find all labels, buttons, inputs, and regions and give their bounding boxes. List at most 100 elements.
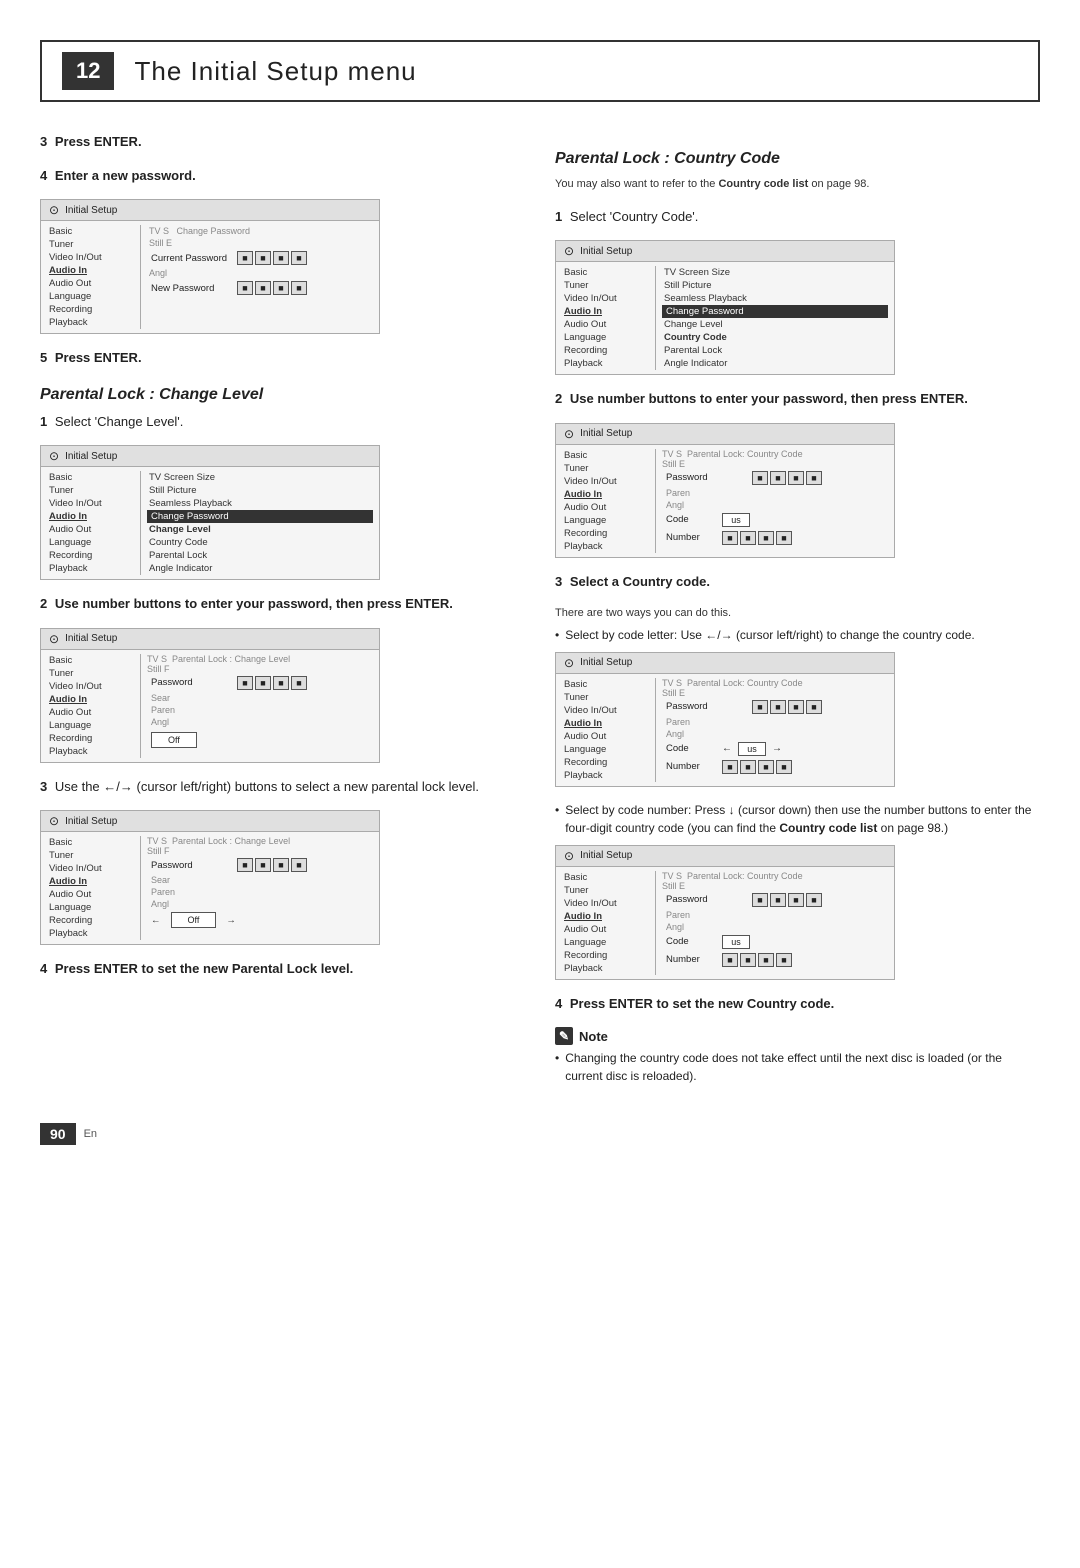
menu-country-code-select: ⊙ Initial Setup Basic Tuner Video In/Out… [555,240,895,375]
menu-1-right: TV S Change Password Still E Current Pas… [141,225,379,329]
step-1b-num: 1 [555,209,562,224]
m2-r-change-level: Change Level [147,523,373,536]
menu-2-title: Initial Setup [65,451,117,462]
m8-code-row: Code us [662,933,888,951]
m7-still: Still E [662,688,888,698]
m8-pw-label: Password [666,894,746,905]
step-3-label: Press ENTER. [55,134,142,149]
m6-number-boxes: ■ ■ ■ ■ [722,531,792,545]
left-column: 3 Press ENTER. 4 Enter a new password. ⊙… [40,132,525,1093]
m6-pw-b2: ■ [770,471,786,485]
menu-1-body: Basic Tuner Video In/Out Audio In Audio … [41,221,379,333]
step-3b-num: 3 [555,574,562,589]
menu-6-body: Basic Tuner Video In/Out Audio In Audio … [556,445,894,557]
menu-cc-arrows: ⊙ Initial Setup Basic Tuner Video In/Out… [555,652,895,787]
m5-r-change-password: Change Password [662,305,888,318]
menu-2-left: Basic Tuner Video In/Out Audio In Audio … [41,471,141,575]
m8-language: Language [562,936,649,949]
pw-box-1: ■ [237,251,253,265]
cd-icon-5: ⊙ [564,244,574,258]
footer-page-number: 90 [40,1123,76,1145]
m3-video: Video In/Out [47,680,134,693]
m3-paren: Paren [147,704,373,716]
bullet-1: • Select by code letter: Use ←/→ (cursor… [555,626,1040,644]
m7-number-boxes: ■ ■ ■ ■ [722,760,792,774]
m7-audioin: Audio In [562,717,649,730]
m5-r-seamless: Seamless Playback [662,292,888,305]
note-icon: ✎ [555,1027,573,1045]
step-2b: 2 Use number buttons to enter your passw… [555,389,1040,409]
m7-pw-b1: ■ [752,700,768,714]
country-code-intro: You may also want to refer to the Countr… [555,176,1040,193]
menu-1-left: Basic Tuner Video In/Out Audio In Audio … [41,225,141,329]
m3-recording: Recording [47,732,134,745]
m7-num-b2: ■ [740,760,756,774]
m2-r-seamless: Seamless Playback [147,497,373,510]
step-5-label: Press ENTER. [55,350,142,365]
menu-8-right: TV S Parental Lock: Country Code Still E… [656,871,894,975]
m8-angl: Angl [662,921,888,933]
m3-pw-b4: ■ [291,676,307,690]
m7-code-val: us [738,742,766,756]
pw-box-3: ■ [273,251,289,265]
m8-num-b2: ■ [740,953,756,967]
menu-item-audioout: Audio Out [47,277,134,290]
m2-basic: Basic [47,471,134,484]
step-4a: 4 Press ENTER to set the new Parental Lo… [40,959,525,979]
menu-3-title: Initial Setup [65,633,117,644]
m4-pw-b4: ■ [291,858,307,872]
m8-number-row: Number ■ ■ ■ ■ [662,951,888,969]
pw-new-box-3: ■ [273,281,289,295]
menu-4-left: Basic Tuner Video In/Out Audio In Audio … [41,836,141,940]
m7-pw-b3: ■ [788,700,804,714]
right-arrow-icon: → [226,915,236,926]
m6-tuner: Tuner [562,462,649,475]
m5-r-angle: Angle Indicator [662,357,888,370]
step-2a-label: Use number buttons to enter your passwor… [55,596,453,611]
menu-cl-password: ⊙ Initial Setup Basic Tuner Video In/Out… [40,628,380,763]
m3-pw-row: Password ■ ■ ■ ■ [147,674,373,692]
m5-audioin: Audio In [562,305,649,318]
m2-r-parental: Parental Lock [147,549,373,562]
m7-pw-row: Password ■ ■ ■ ■ [662,698,888,716]
m7-pw-boxes: ■ ■ ■ ■ [752,700,822,714]
m6-audioout: Audio Out [562,501,649,514]
menu-cl-arrows: ⊙ Initial Setup Basic Tuner Video In/Out… [40,810,380,945]
menu-4-body: Basic Tuner Video In/Out Audio In Audio … [41,832,379,944]
m2-audioin: Audio In [47,510,134,523]
menu-4-right: TV S Parental Lock : Change Level Still … [141,836,379,940]
bullet-2-text: Select by code number: Press ↓ (cursor d… [565,801,1040,837]
m3-off-box: Off [151,732,197,748]
bullet-1-text: Select by code letter: Use ←/→ (cursor l… [565,626,975,644]
menu-item-recording: Recording [47,303,134,316]
step-3a: 3 Use the ←/→ (cursor left/right) button… [40,777,525,797]
m8-video: Video In/Out [562,897,649,910]
m7-recording: Recording [562,756,649,769]
m6-pw-b1: ■ [752,471,768,485]
pw-current-label: Current Password [151,253,231,264]
m5-video: Video In/Out [562,292,649,305]
m8-paren: Paren [662,909,888,921]
m8-tuner: Tuner [562,884,649,897]
m6-code-val: us [722,513,750,527]
m7-basic: Basic [562,678,649,691]
m5-basic: Basic [562,266,649,279]
step-2b-num: 2 [555,391,562,406]
menu-4-header: ⊙ Initial Setup [41,811,379,832]
m7-num-b4: ■ [776,760,792,774]
m5-r-still: Still Picture [662,279,888,292]
m3-sear: Sear [147,692,373,704]
m2-r-tvscreen: TV Screen Size [147,471,373,484]
m4-basic: Basic [47,836,134,849]
m8-number-boxes: ■ ■ ■ ■ [722,953,792,967]
m2-recording: Recording [47,549,134,562]
m2-r-country: Country Code [147,536,373,549]
m2-tuner: Tuner [47,484,134,497]
pw-new-box-4: ■ [291,281,307,295]
menu-5-header: ⊙ Initial Setup [556,241,894,262]
m6-pw-label: Password [666,472,746,483]
m8-num-b1: ■ [722,953,738,967]
m4-pw-b3: ■ [273,858,289,872]
menu-5-title: Initial Setup [580,246,632,257]
menu-8-body: Basic Tuner Video In/Out Audio In Audio … [556,867,894,979]
